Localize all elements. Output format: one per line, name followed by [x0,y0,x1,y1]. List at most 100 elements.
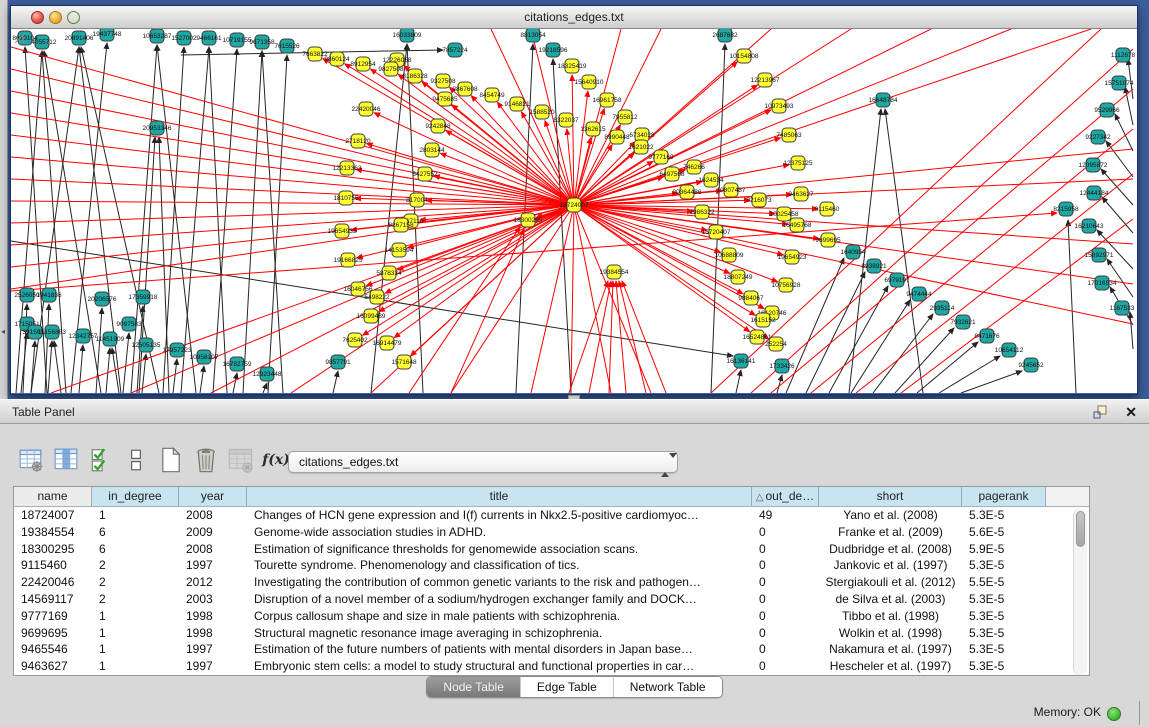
table-cell[interactable]: 5.3E-5 [962,641,1046,658]
graph-edge[interactable] [173,359,177,393]
graph-edge[interactable] [333,371,338,393]
tab-node-table[interactable]: Node Table [427,677,520,697]
table-cell[interactable]: 1 [92,608,179,625]
graph-edge[interactable] [213,49,237,393]
table-cell[interactable]: Estimation of significance thresholds fo… [247,541,752,558]
graph-edge[interactable] [851,300,910,393]
graph-edge[interactable] [21,333,27,393]
table-cell[interactable]: Investigating the contribution of common… [247,574,752,591]
column-header-year[interactable]: year [179,487,247,506]
table-cell[interactable]: de Silva et al. (2003) [819,591,962,608]
table-cell[interactable]: 18724007 [14,507,92,524]
graph-edge[interactable] [106,348,110,393]
table-cell[interactable]: Hescheler et al. (1997) [819,658,962,675]
graph-edge[interactable] [574,138,591,205]
network-canvas[interactable]: 1872400718300295193845541405571220891406… [11,29,1137,393]
table-cell[interactable]: 1 [92,658,179,675]
table-cell[interactable]: Embryonic stem cells: a model to study s… [247,658,752,675]
graph-edge[interactable] [1068,220,1076,393]
table-cell[interactable]: 5.3E-5 [962,658,1046,675]
table-cell[interactable]: 0 [752,641,819,658]
graph-edge[interactable] [45,304,49,393]
graph-edge[interactable] [574,205,1133,324]
vertical-scrollbar[interactable] [1073,509,1087,675]
table-cell[interactable]: 0 [752,591,819,608]
table-cell[interactable]: 1 [92,625,179,642]
table-cell[interactable]: Franke et al. (2009) [819,524,962,541]
table-cell[interactable]: 6 [92,541,179,558]
table-cell[interactable]: 5.5E-5 [962,574,1046,591]
graph-edge[interactable] [262,51,283,393]
table-cell[interactable]: Jankovic et al. (1997) [819,557,962,574]
table-cell[interactable]: 22420046 [14,574,92,591]
graph-edge[interactable] [471,96,574,205]
table-cell[interactable]: 9463627 [14,658,92,675]
table-row[interactable]: 1872400712008Changes of HCN gene express… [14,507,1089,524]
table-cell[interactable]: 2012 [179,574,247,591]
table-cell[interactable]: 5.9E-5 [962,541,1046,558]
table-row[interactable]: 969969511998Structural magnetic resonanc… [14,625,1089,642]
tab-edge-table[interactable]: Edge Table [520,677,613,697]
table-cell[interactable]: 0 [752,574,819,591]
table-cell[interactable]: 2003 [179,591,247,608]
graph-edge[interactable] [917,342,978,393]
memory-status-icon[interactable] [1107,707,1121,721]
graph-edge[interactable] [619,281,646,393]
graph-edge[interactable] [736,370,741,393]
graph-edge[interactable] [885,109,923,393]
table-row[interactable]: 911546021997Tourette syndrome. Phenomeno… [14,557,1089,574]
graph-edge[interactable] [571,205,574,393]
table-cell[interactable]: 2008 [179,507,247,524]
table-cell[interactable]: Tibbo et al. (1998) [819,608,962,625]
table-cell[interactable]: 5.3E-5 [962,591,1046,608]
graph-edge[interactable] [1130,312,1133,349]
row-height-button[interactable] [121,445,151,475]
column-header-name[interactable]: name [14,487,92,506]
graph-edge[interactable] [574,29,1091,205]
table-cell[interactable]: Stergiakouli et al. (2012) [819,574,962,591]
table-cell[interactable]: 1 [92,641,179,658]
function-builder-button[interactable]: f(x) [261,445,291,475]
table-cell[interactable]: 6 [92,524,179,541]
graph-edge[interactable] [553,59,571,393]
table-cell[interactable]: 5.3E-5 [962,608,1046,625]
scrollbar-thumb[interactable] [1076,511,1085,547]
table-cell[interactable]: 14569117 [14,591,92,608]
table-cell[interactable]: 5.3E-5 [962,625,1046,642]
table-cell[interactable]: Structural magnetic resonance image aver… [247,625,752,642]
table-cell[interactable]: 49 [752,507,819,524]
table-cell[interactable]: 9699695 [14,625,92,642]
graph-edge[interactable] [569,281,608,393]
table-cell[interactable]: 0 [752,658,819,675]
table-row[interactable]: 946554611997Estimation of the future num… [14,641,1089,658]
table-cell[interactable]: 2008 [179,541,247,558]
table-cell[interactable]: Dudbridge et al. (2008) [819,541,962,558]
table-cell[interactable]: 1 [92,507,179,524]
graph-edge[interactable] [11,135,574,205]
graph-edge[interactable] [263,383,267,393]
table-cell[interactable]: 5.6E-5 [962,524,1046,541]
table-row[interactable]: 2242004622012Investigating the contribut… [14,574,1089,591]
graph-edge[interactable] [1115,114,1133,151]
collapse-left-icon[interactable]: ◂ [1,328,5,336]
table-cell[interactable]: 0 [752,608,819,625]
graph-edge[interactable] [873,314,933,393]
column-header-in_degree[interactable]: in_degree [92,487,179,506]
delete-rows-button[interactable] [191,445,221,475]
graph-edge[interactable] [574,29,1011,205]
close-panel-icon[interactable]: ✕ [1125,403,1137,421]
table-cell[interactable]: 1997 [179,658,247,675]
graph-edge[interactable] [25,47,47,393]
tab-network-table[interactable]: Network Table [613,677,722,697]
table-cell[interactable]: Genome-wide association studies in ADHD. [247,524,752,541]
graph-edge[interactable] [79,345,83,393]
new-table-button[interactable] [156,445,186,475]
graph-edge[interactable] [374,113,574,205]
graph-edge[interactable] [233,373,237,393]
float-panel-icon[interactable] [1093,405,1109,421]
graph-edge[interactable] [440,153,574,205]
table-settings-button[interactable] [16,445,46,475]
graph-edge[interactable] [939,356,1000,393]
table-cell[interactable]: 1998 [179,608,247,625]
table-cell[interactable]: Disruption of a novel member of a sodium… [247,591,752,608]
